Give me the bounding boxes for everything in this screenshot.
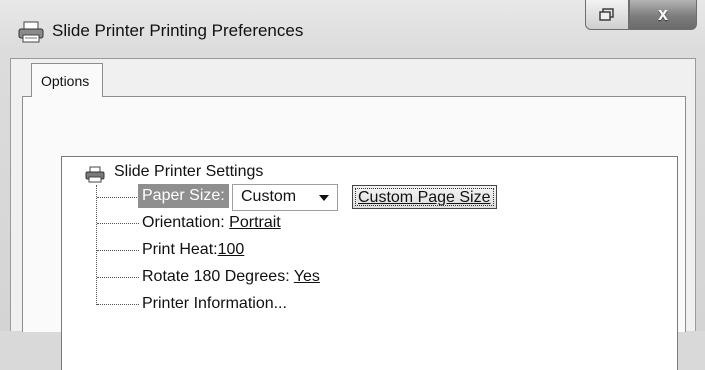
rotate-label: Rotate 180 Degrees:: [142, 268, 290, 285]
close-icon: x: [657, 4, 668, 24]
print-heat-value[interactable]: 100: [218, 241, 245, 258]
orientation-label: Orientation:: [142, 214, 225, 231]
printer-icon: [18, 21, 44, 43]
window-title: Slide Printer Printing Preferences: [52, 21, 304, 40]
paper-size-select[interactable]: Custom: [232, 184, 338, 211]
tree-root-label[interactable]: Slide Printer Settings: [114, 163, 263, 181]
chevron-down-icon[interactable]: [319, 195, 329, 201]
settings-tree[interactable]: Slide Printer Settings Paper Size: Custo…: [61, 156, 678, 370]
custom-page-size-button[interactable]: Custom Page Size: [352, 185, 497, 209]
tree-connector: [96, 185, 97, 305]
restore-button[interactable]: [585, 0, 629, 30]
preferences-window: Slide Printer Printing Preferences x Opt…: [0, 0, 705, 370]
print-heat-label: Print Heat:: [142, 241, 218, 258]
tree-branch: [97, 277, 139, 278]
tree-branch: [97, 223, 139, 224]
close-button[interactable]: x: [629, 0, 697, 30]
tree-item-paper-size[interactable]: Paper Size:: [138, 184, 229, 208]
restore-icon: [599, 7, 614, 21]
tree-branch: [97, 304, 139, 305]
options-panel: Slide Printer Settings Paper Size: Custo…: [22, 96, 686, 370]
tree-item-print-heat[interactable]: Print Heat:100: [142, 241, 244, 259]
title-bar[interactable]: Slide Printer Printing Preferences x: [0, 0, 705, 58]
tree-branch: [97, 250, 139, 251]
printer-icon: [85, 166, 105, 183]
tab-options[interactable]: Options: [31, 63, 103, 97]
paper-size-value: Custom: [241, 188, 297, 205]
tree-item-rotate[interactable]: Rotate 180 Degrees: Yes: [142, 268, 320, 286]
tree-item-printer-information[interactable]: Printer Information...: [142, 295, 287, 313]
tree-item-orientation[interactable]: Orientation: Portrait: [142, 214, 281, 232]
rotate-value[interactable]: Yes: [294, 268, 320, 285]
dialog-body: Options Slide Printer Settings Paper Siz…: [10, 58, 696, 370]
tab-label: Options: [41, 73, 90, 89]
tree-branch: [97, 197, 139, 198]
orientation-value[interactable]: Portrait: [229, 214, 281, 231]
